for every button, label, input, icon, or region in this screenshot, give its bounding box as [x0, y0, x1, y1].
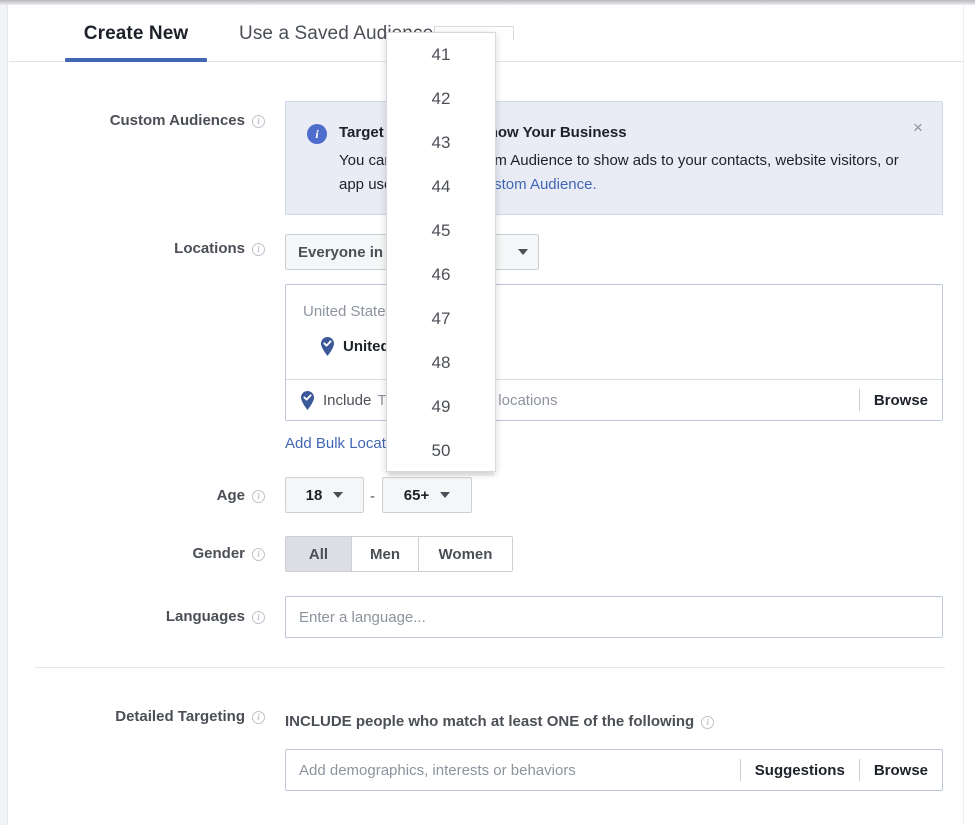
age-option-42[interactable]: 42 — [387, 77, 495, 121]
age-max-select[interactable]: 65+ — [382, 477, 472, 513]
gender-option-all[interactable]: All — [286, 537, 352, 571]
custom-audiences-info-icon[interactable]: i — [252, 115, 265, 128]
age-min-select[interactable]: 18 — [285, 477, 364, 513]
age-min-value: 18 — [305, 486, 323, 504]
include-label: Include — [323, 391, 372, 409]
locations-box: United States United States Include Type… — [285, 284, 943, 421]
age-option-45[interactable]: 45 — [387, 209, 495, 253]
locations-info-icon[interactable]: i — [252, 243, 265, 256]
chevron-down-icon — [440, 492, 451, 498]
audience-targeting-panel: Create New Use a Saved Audience Custom A… — [0, 0, 975, 825]
age-option-48[interactable]: 48 — [387, 341, 495, 385]
age-option-label: 42 — [431, 89, 451, 108]
include-toggle[interactable]: Include — [300, 390, 372, 410]
age-label: Age i — [30, 487, 265, 504]
languages-label: Languages i — [30, 608, 265, 625]
dropdown-bottom-shadow — [388, 472, 494, 476]
tab-active-underline — [65, 58, 207, 62]
age-option-47[interactable]: 47 — [387, 297, 495, 341]
left-gutter — [0, 5, 8, 825]
age-option-label: 45 — [431, 221, 451, 240]
gender-info-icon[interactable]: i — [252, 548, 265, 561]
age-option-label: 46 — [431, 265, 451, 284]
age-option-label: 47 — [431, 309, 451, 328]
right-scrollbar-gutter[interactable] — [963, 5, 975, 825]
gender-option-men[interactable]: Men — [352, 537, 419, 571]
detailed-targeting-heading-text: INCLUDE people who match at least ONE of… — [285, 713, 695, 730]
age-option-label: 44 — [431, 177, 451, 196]
languages-info-icon[interactable]: i — [252, 611, 265, 624]
detailed-targeting-heading: INCLUDE people who match at least ONE of… — [285, 713, 715, 730]
age-range-separator: - — [370, 488, 375, 505]
detailed-targeting-browse-button[interactable]: Browse — [874, 762, 928, 779]
chevron-down-icon — [333, 492, 344, 498]
age-option-label: 49 — [431, 397, 451, 416]
age-option-46[interactable]: 46 — [387, 253, 495, 297]
divider — [858, 389, 860, 411]
age-option-43[interactable]: 43 — [387, 121, 495, 165]
age-option-41[interactable]: 41 — [387, 33, 495, 77]
map-pin-check-icon — [321, 337, 334, 356]
age-option-label: 48 — [431, 353, 451, 372]
detailed-targeting-placeholder: Add demographics, interests or behaviors — [299, 761, 576, 779]
detailed-targeting-input[interactable]: Add demographics, interests or behaviors… — [285, 749, 943, 791]
age-option-label: 43 — [431, 133, 451, 152]
gender-label: Gender i — [30, 545, 265, 562]
age-option-50[interactable]: 50 — [387, 429, 495, 471]
map-pin-check-icon — [301, 390, 314, 410]
divider — [858, 759, 860, 781]
detailed-targeting-heading-info-icon[interactable]: i — [701, 716, 715, 729]
info-circle-icon: i — [307, 124, 327, 144]
languages-placeholder: Enter a language... — [299, 608, 426, 626]
age-option-44[interactable]: 44 — [387, 165, 495, 209]
tab-create-new-label: Create New — [83, 22, 189, 44]
tab-create-new[interactable]: Create New — [65, 5, 207, 62]
age-option-49[interactable]: 49 — [387, 385, 495, 429]
close-icon[interactable]: × — [908, 118, 928, 138]
gender-option-women[interactable]: Women — [419, 537, 512, 571]
age-info-icon[interactable]: i — [252, 490, 265, 503]
section-divider — [35, 667, 945, 668]
gender-toggle-group: All Men Women — [285, 536, 513, 572]
detailed-targeting-label: Detailed Targeting i — [30, 708, 265, 725]
divider — [739, 759, 741, 781]
suggestions-button[interactable]: Suggestions — [755, 762, 845, 779]
locations-browse-button[interactable]: Browse — [874, 392, 928, 409]
detailed-targeting-info-icon[interactable]: i — [252, 711, 265, 724]
locations-label: Locations i — [30, 240, 265, 257]
chevron-down-icon — [518, 249, 528, 255]
age-max-value: 65+ — [403, 486, 430, 504]
location-add-row[interactable]: Include Type to add more locations Brows… — [286, 379, 942, 420]
languages-input[interactable]: Enter a language... — [285, 596, 943, 638]
age-max-dropdown-list[interactable]: 41 42 43 44 45 46 47 48 49 50 — [386, 32, 496, 472]
locations-typed-text: United States — [303, 303, 394, 320]
age-option-label: 41 — [431, 45, 451, 64]
custom-audiences-label: Custom Audiences i — [30, 112, 265, 129]
age-option-label: 50 — [431, 441, 451, 460]
custom-audience-callout: i Target People Who Know Your Business Y… — [285, 101, 943, 215]
